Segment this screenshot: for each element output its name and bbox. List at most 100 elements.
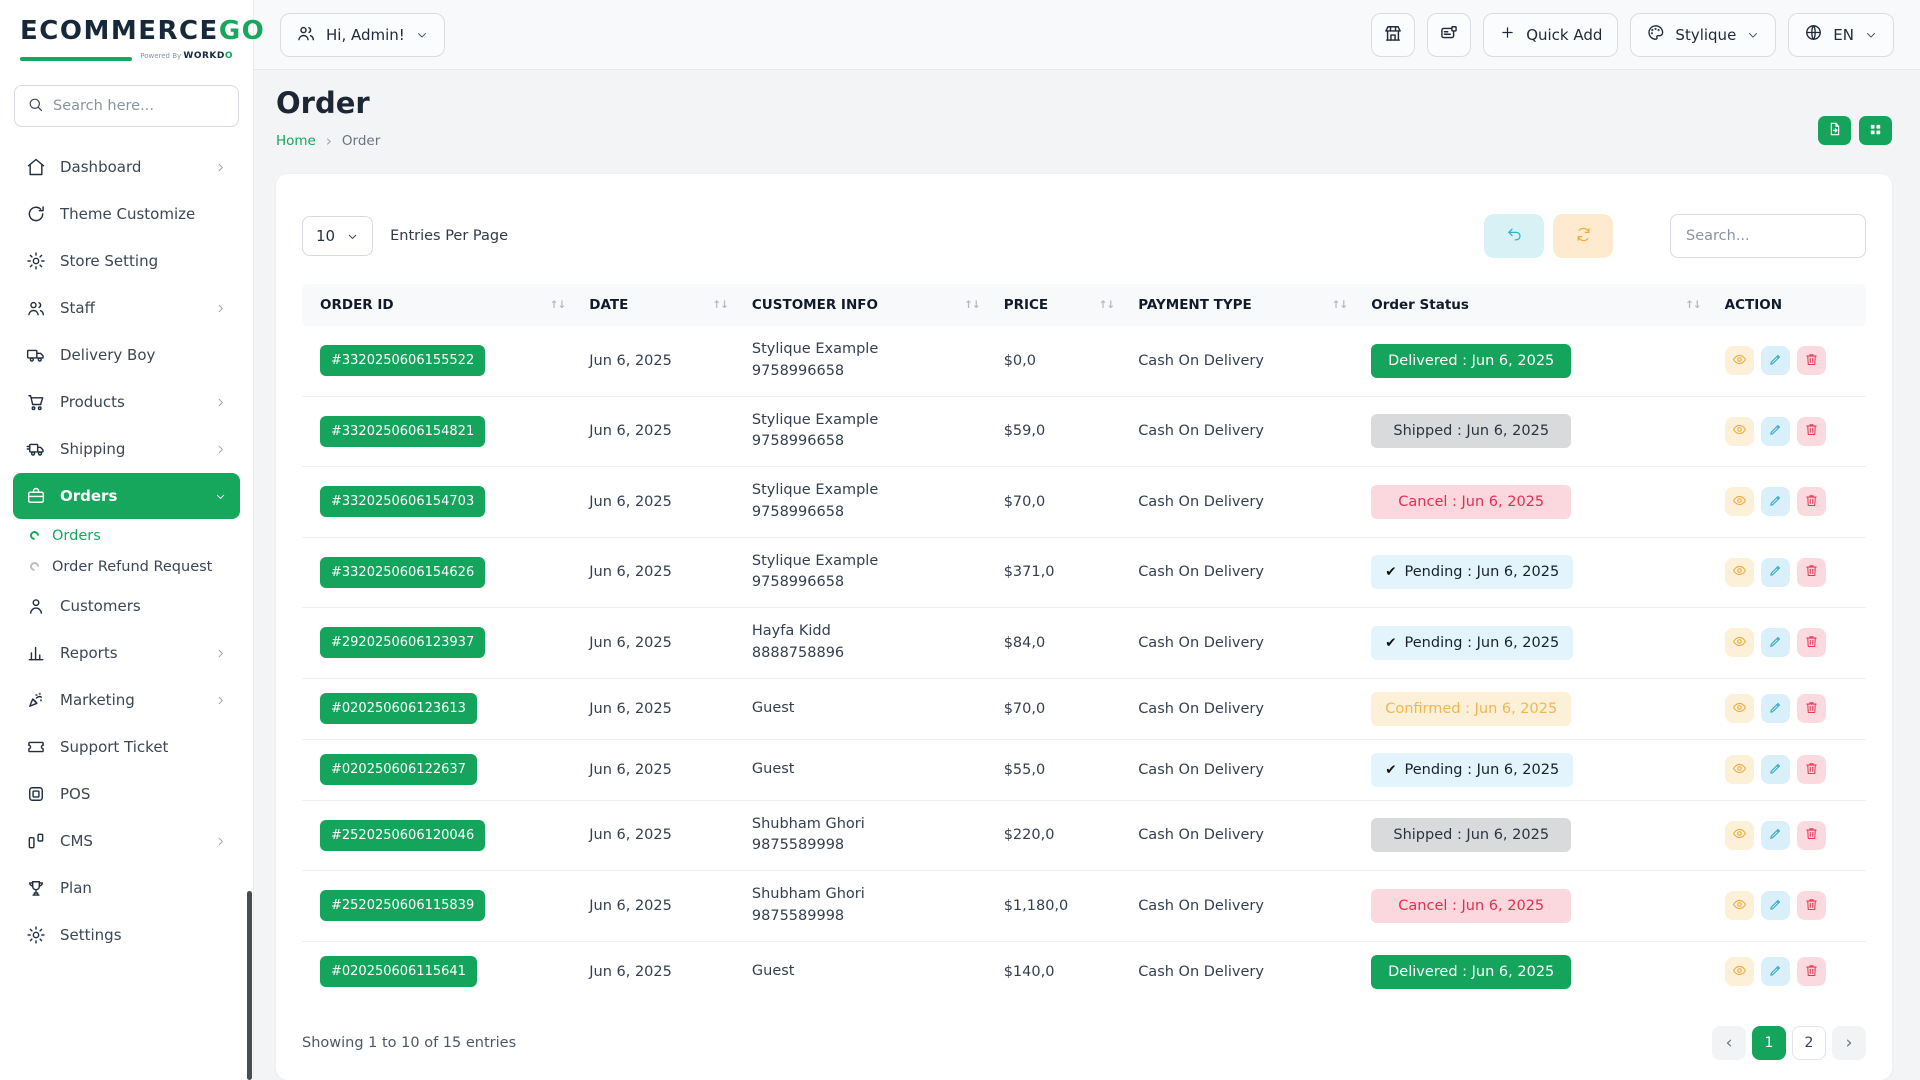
column-header-order-status[interactable]: Order Status xyxy=(1359,284,1712,326)
edit-button[interactable] xyxy=(1761,694,1790,723)
theme-selector-button[interactable]: Stylique xyxy=(1630,13,1776,57)
pagination-page-2[interactable]: 2 xyxy=(1792,1026,1826,1060)
delete-button[interactable] xyxy=(1797,891,1826,920)
delete-button[interactable] xyxy=(1797,417,1826,446)
view-button[interactable] xyxy=(1725,755,1754,784)
sidebar-item-pos[interactable]: POS xyxy=(13,771,240,817)
sort-icon[interactable] xyxy=(964,299,980,311)
sidebar-item-support-ticket[interactable]: Support Ticket xyxy=(13,724,240,770)
grid-view-button[interactable] xyxy=(1859,116,1892,145)
sort-icon[interactable] xyxy=(1332,299,1348,311)
order-status-badge[interactable]: Cancel : Jun 6, 2025 xyxy=(1371,485,1571,519)
entries-per-page-select[interactable]: 10 xyxy=(302,216,373,256)
order-id-badge[interactable]: #3320250606154703 xyxy=(320,486,485,517)
edit-button[interactable] xyxy=(1761,755,1790,784)
view-button[interactable] xyxy=(1725,957,1754,986)
column-header-order-id[interactable]: ORDER ID xyxy=(302,284,577,326)
pagination-next-button[interactable] xyxy=(1832,1026,1866,1060)
delete-button[interactable] xyxy=(1797,487,1826,516)
sidebar-item-store-setting[interactable]: Store Setting xyxy=(13,238,240,284)
view-button[interactable] xyxy=(1725,346,1754,375)
order-id-badge[interactable]: #020250606115641 xyxy=(320,956,477,987)
order-status-badge[interactable]: Shipped : Jun 6, 2025 xyxy=(1371,414,1571,448)
column-header-price[interactable]: PRICE xyxy=(992,284,1127,326)
sidebar-item-cms[interactable]: CMS xyxy=(13,818,240,864)
sidebar-search-input[interactable] xyxy=(53,98,226,114)
sidebar-item-marketing[interactable]: Marketing xyxy=(13,677,240,723)
order-status-badge[interactable]: Pending : Jun 6, 2025 xyxy=(1371,555,1573,589)
order-status-badge[interactable]: Cancel : Jun 6, 2025 xyxy=(1371,889,1571,923)
order-id-badge[interactable]: #3320250606155522 xyxy=(320,345,485,376)
delete-button[interactable] xyxy=(1797,558,1826,587)
order-id-badge[interactable]: #2920250606123937 xyxy=(320,627,485,658)
view-button[interactable] xyxy=(1725,487,1754,516)
order-status-badge[interactable]: Shipped : Jun 6, 2025 xyxy=(1371,818,1571,852)
column-header-date[interactable]: DATE xyxy=(577,284,740,326)
order-status-badge[interactable]: Confirmed : Jun 6, 2025 xyxy=(1371,692,1571,726)
sidebar-item-reports[interactable]: Reports xyxy=(13,630,240,676)
breadcrumb-home-link[interactable]: Home xyxy=(276,133,316,149)
sidebar-item-plan[interactable]: Plan xyxy=(13,865,240,911)
sidebar-subitem-order-refund-request[interactable]: Order Refund Request xyxy=(0,551,253,582)
table-search-input[interactable] xyxy=(1670,214,1866,258)
view-button[interactable] xyxy=(1725,417,1754,446)
order-status-badge[interactable]: Pending : Jun 6, 2025 xyxy=(1371,753,1573,787)
delete-button[interactable] xyxy=(1797,957,1826,986)
sidebar-item-products[interactable]: Products xyxy=(13,379,240,425)
delete-button[interactable] xyxy=(1797,755,1826,784)
sidebar-item-theme-customize[interactable]: Theme Customize xyxy=(13,191,240,237)
sidebar-item-staff[interactable]: Staff xyxy=(13,285,240,331)
quick-add-button[interactable]: Quick Add xyxy=(1483,13,1618,57)
order-id-badge[interactable]: #020250606123613 xyxy=(320,693,477,724)
sidebar-item-customers[interactable]: Customers xyxy=(13,583,240,629)
edit-button[interactable] xyxy=(1761,558,1790,587)
edit-button[interactable] xyxy=(1761,487,1790,516)
order-id-badge[interactable]: #2520250606115839 xyxy=(320,890,485,921)
pagination-page-1[interactable]: 1 xyxy=(1752,1026,1786,1060)
sidebar-subitem-orders[interactable]: Orders xyxy=(0,520,253,551)
refresh-button[interactable] xyxy=(1553,214,1613,258)
sidebar-search[interactable] xyxy=(14,85,239,127)
view-button[interactable] xyxy=(1725,628,1754,657)
edit-button[interactable] xyxy=(1761,821,1790,850)
delete-button[interactable] xyxy=(1797,821,1826,850)
messages-button[interactable] xyxy=(1427,13,1471,57)
sidebar-item-delivery-boy[interactable]: Delivery Boy xyxy=(13,332,240,378)
sidebar-scrollbar-thumb[interactable] xyxy=(247,891,252,1080)
sidebar-item-orders[interactable]: Orders xyxy=(13,473,240,519)
edit-button[interactable] xyxy=(1761,957,1790,986)
delete-button[interactable] xyxy=(1797,346,1826,375)
order-status-badge[interactable]: Delivered : Jun 6, 2025 xyxy=(1371,344,1571,378)
order-id-badge[interactable]: #2520250606120046 xyxy=(320,820,485,851)
edit-button[interactable] xyxy=(1761,628,1790,657)
column-header-customer-info[interactable]: CUSTOMER INFO xyxy=(740,284,992,326)
view-button[interactable] xyxy=(1725,694,1754,723)
edit-button[interactable] xyxy=(1761,346,1790,375)
order-id-badge[interactable]: #3320250606154626 xyxy=(320,557,485,588)
sort-icon[interactable] xyxy=(1685,299,1701,311)
undo-button[interactable] xyxy=(1484,214,1544,258)
column-header-payment-type[interactable]: PAYMENT TYPE xyxy=(1126,284,1359,326)
export-button[interactable] xyxy=(1818,116,1851,145)
view-button[interactable] xyxy=(1725,821,1754,850)
pagination-prev-button[interactable] xyxy=(1712,1026,1746,1060)
order-id-badge[interactable]: #020250606122637 xyxy=(320,754,477,785)
delete-button[interactable] xyxy=(1797,628,1826,657)
delete-button[interactable] xyxy=(1797,694,1826,723)
language-selector-button[interactable]: EN xyxy=(1788,13,1894,57)
order-status-badge[interactable]: Pending : Jun 6, 2025 xyxy=(1371,626,1573,660)
sort-icon[interactable] xyxy=(550,299,566,311)
sort-icon[interactable] xyxy=(712,299,728,311)
order-id-badge[interactable]: #3320250606154821 xyxy=(320,416,485,447)
sidebar-item-dashboard[interactable]: Dashboard xyxy=(13,144,240,190)
sort-icon[interactable] xyxy=(1099,299,1115,311)
admin-menu-button[interactable]: Hi, Admin! xyxy=(280,13,445,57)
edit-button[interactable] xyxy=(1761,891,1790,920)
edit-button[interactable] xyxy=(1761,417,1790,446)
sidebar-item-settings[interactable]: Settings xyxy=(13,912,240,958)
order-status-badge[interactable]: Delivered : Jun 6, 2025 xyxy=(1371,955,1571,989)
view-button[interactable] xyxy=(1725,558,1754,587)
storefront-button[interactable] xyxy=(1371,13,1415,57)
sidebar-item-shipping[interactable]: Shipping xyxy=(13,426,240,472)
view-button[interactable] xyxy=(1725,891,1754,920)
